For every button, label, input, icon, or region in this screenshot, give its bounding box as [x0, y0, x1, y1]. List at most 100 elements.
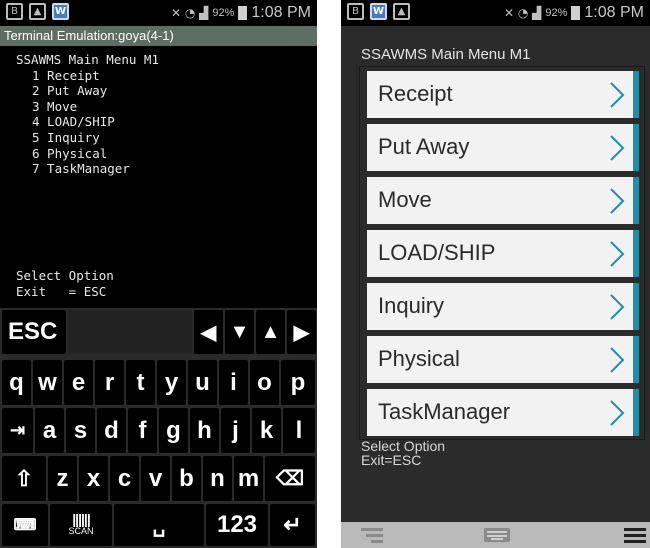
numbers-key[interactable]: 123 — [206, 504, 268, 546]
arrow-right-icon[interactable]: ▶ — [287, 310, 316, 354]
key-o[interactable]: o — [250, 360, 279, 405]
key-l[interactable]: l — [283, 408, 315, 453]
space-key-icon[interactable]: ␣ — [114, 504, 204, 546]
key-i[interactable]: i — [219, 360, 248, 405]
select-option-text: Select Option — [16, 268, 114, 283]
key-z[interactable]: z — [48, 456, 77, 501]
menu-item-put-away[interactable]: Put Away — [367, 124, 639, 171]
battery-percent: 92% — [545, 7, 568, 19]
key-y[interactable]: y — [157, 360, 186, 405]
notification-icon: B — [347, 3, 364, 20]
key-r[interactable]: r — [95, 360, 124, 405]
navigation-bar — [341, 522, 650, 548]
key-j[interactable]: j — [221, 408, 250, 453]
keyboard: ESC ◀ ▼ ▲ ▶ q w e r t y u i o p ⇥ a s d … — [0, 308, 317, 548]
signal-icon: ✕ ◔ ▟ — [503, 6, 542, 20]
menu-option-put-away: 2 Put Away — [32, 83, 108, 99]
notification-icon: B — [6, 3, 23, 20]
key-a[interactable]: a — [35, 408, 64, 453]
keyboard-icon[interactable] — [484, 527, 510, 548]
key-p[interactable]: p — [281, 360, 315, 405]
battery-icon — [238, 6, 248, 20]
chevron-right-icon — [609, 134, 625, 162]
key-f[interactable]: f — [128, 408, 157, 453]
menu-item-label: Inquiry — [378, 293, 445, 318]
chevron-right-icon — [609, 346, 625, 374]
menu-item-label: LOAD/SHIP — [378, 240, 496, 265]
menu-item-label: TaskManager — [378, 399, 511, 424]
menu-title: SSAWMS Main Menu M1 — [16, 52, 159, 67]
battery-icon — [571, 6, 581, 20]
enter-key-icon[interactable]: ↵ — [270, 504, 315, 546]
menu-option-inquiry: 5 Inquiry — [32, 129, 100, 145]
menu-option-load-ship: 4 LOAD/SHIP — [32, 114, 115, 130]
scan-label: SCAN — [68, 526, 94, 536]
key-v[interactable]: v — [141, 456, 170, 501]
page-title: SSAWMS Main Menu M1 — [361, 46, 531, 63]
menu-option-taskmanager: 7 TaskManager — [32, 161, 130, 177]
keyboard-toggle-icon[interactable]: ⌨ — [2, 504, 48, 546]
key-q[interactable]: q — [2, 360, 31, 405]
key-u[interactable]: u — [188, 360, 217, 405]
key-g[interactable]: g — [159, 408, 188, 453]
menu-item-physical[interactable]: Physical — [367, 336, 639, 383]
esc-key[interactable]: ESC — [2, 310, 66, 354]
scan-key[interactable]: |||||| SCAN — [50, 504, 112, 546]
chevron-right-icon — [609, 81, 625, 109]
chevron-right-icon — [609, 187, 625, 215]
menu-list: Receipt Put Away Move LOAD/SHIP Inquiry … — [359, 66, 645, 440]
key-b[interactable]: b — [172, 456, 201, 501]
chevron-right-icon — [609, 399, 625, 427]
tab-key-icon[interactable]: ⇥ — [2, 408, 33, 453]
key-w[interactable]: w — [33, 360, 62, 405]
key-m[interactable]: m — [234, 456, 263, 501]
key-d[interactable]: d — [97, 408, 126, 453]
arrow-down-icon[interactable]: ▼ — [225, 310, 254, 354]
menu-item-label: Receipt — [378, 81, 453, 106]
barcode-icon: |||||| — [72, 511, 90, 527]
blank-key[interactable] — [68, 310, 192, 354]
chevron-right-icon — [609, 240, 625, 268]
key-k[interactable]: k — [252, 408, 281, 453]
signal-icon: ✕ ◔ ▟ — [170, 6, 209, 20]
menu-option-physical: 6 Physical — [32, 145, 108, 161]
app-w-icon: W — [52, 3, 69, 20]
clock: 1:08 PM — [251, 4, 311, 21]
backspace-key-icon[interactable]: ⌫ — [265, 456, 315, 501]
key-t[interactable]: t — [126, 360, 155, 405]
menu-item-inquiry[interactable]: Inquiry — [367, 283, 639, 330]
key-n[interactable]: n — [203, 456, 232, 501]
chevron-right-icon — [609, 293, 625, 321]
arrow-left-icon[interactable]: ◀ — [194, 310, 223, 354]
clock: 1:08 PM — [584, 4, 644, 21]
status-bar: B W ▲ ✕ ◔ ▟ 92% 1:08 PM — [341, 0, 650, 26]
menu-item-move[interactable]: Move — [367, 177, 639, 224]
menu-item-label: Physical — [378, 346, 460, 371]
menu-item-load-ship[interactable]: LOAD/SHIP — [367, 230, 639, 277]
exit-text: Exit = ESC — [16, 283, 107, 299]
hamburger-menu-icon[interactable] — [624, 527, 646, 548]
image-icon: ▲ — [393, 3, 410, 20]
battery-percent: 92% — [212, 7, 235, 19]
terminal-screen: B ▲ W ✕ ◔ ▟ 92% 1:08 PM Terminal Emulati… — [0, 0, 317, 548]
menu-item-taskmanager[interactable]: TaskManager — [367, 389, 639, 436]
menu-item-label: Move — [378, 187, 432, 212]
terminal-title-bar: Terminal Emulation:goya(4-1) — [0, 26, 317, 46]
menu-item-receipt[interactable]: Receipt — [367, 71, 639, 118]
menu-option-receipt: 1 Receipt — [32, 67, 100, 83]
menu-option-move: 3 Move — [32, 98, 78, 114]
menu-lines-icon[interactable] — [361, 527, 383, 548]
key-s[interactable]: s — [66, 408, 95, 453]
terminal-footer: Select Option Exit = ESC — [16, 268, 114, 299]
shift-key-icon[interactable]: ⇧ — [2, 456, 46, 501]
key-c[interactable]: c — [110, 456, 139, 501]
status-bar: B ▲ W ✕ ◔ ▟ 92% 1:08 PM — [0, 0, 317, 26]
menu-item-label: Put Away — [378, 134, 470, 159]
key-e[interactable]: e — [64, 360, 93, 405]
image-icon: ▲ — [29, 3, 46, 20]
key-x[interactable]: x — [79, 456, 108, 501]
app-screen: B W ▲ ✕ ◔ ▟ 92% 1:08 PM SSAWMS Main Menu… — [341, 0, 650, 548]
exit-text: Exit=ESC — [361, 452, 422, 468]
arrow-up-icon[interactable]: ▲ — [256, 310, 285, 354]
key-h[interactable]: h — [190, 408, 219, 453]
